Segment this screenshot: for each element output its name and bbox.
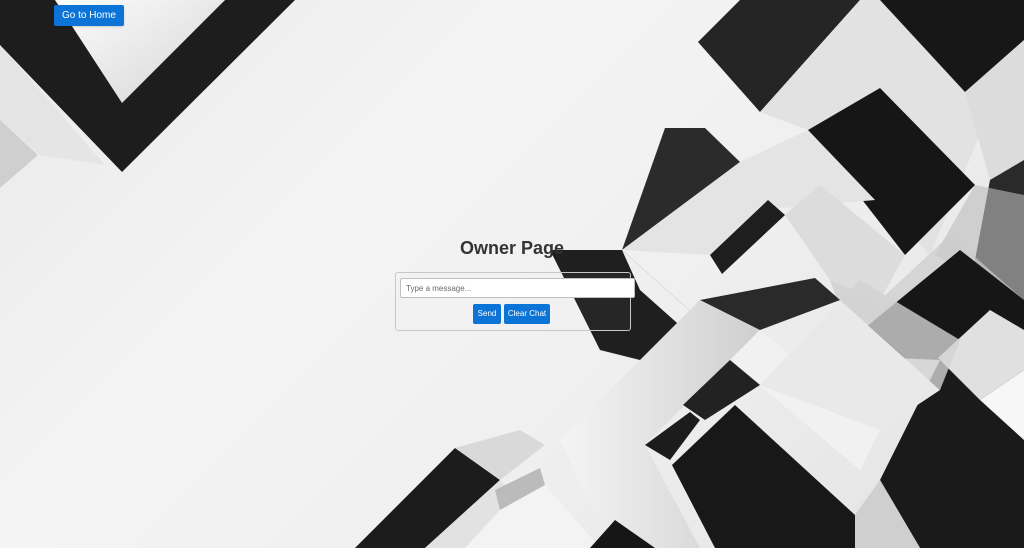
send-button[interactable]: Send bbox=[473, 304, 501, 324]
message-input[interactable] bbox=[400, 278, 635, 298]
page-background: Go to Home Owner Page Send Clear Chat bbox=[0, 0, 1024, 548]
page-title: Owner Page bbox=[459, 238, 565, 258]
clear-chat-button[interactable]: Clear Chat bbox=[504, 304, 550, 324]
go-to-home-button[interactable]: Go to Home bbox=[54, 5, 124, 26]
